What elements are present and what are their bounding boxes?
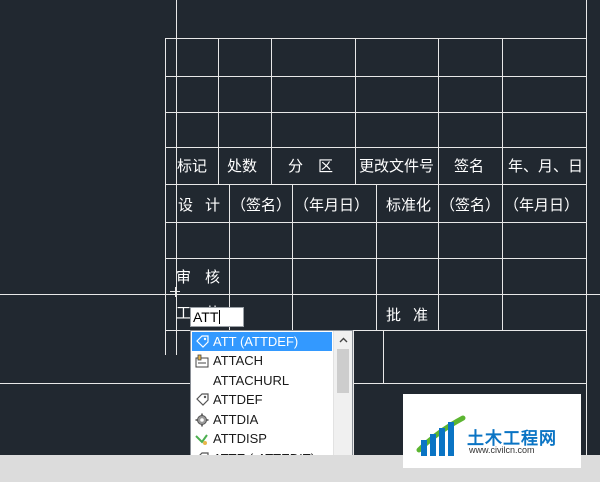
chevron-up-icon[interactable] — [335, 332, 351, 348]
gear-icon — [194, 412, 210, 428]
cell-review-b: 核 — [205, 268, 221, 286]
cell-partition-b: 区 — [318, 157, 334, 175]
cell-signature: 签名 — [454, 157, 485, 175]
cell-review-a: 审 — [176, 268, 192, 286]
autocomplete-item[interactable]: ATTACH — [192, 351, 332, 370]
watermark: 土木工程网 www.civilcn.com — [403, 394, 581, 468]
attribute-tag-icon — [194, 392, 210, 408]
cell-standardization: 标准化 — [386, 196, 432, 214]
autocomplete-item[interactable]: ATTDIA — [192, 410, 332, 429]
command-input[interactable]: ATT — [190, 307, 244, 327]
cell-design-date: （年月日） — [294, 196, 370, 214]
text-caret — [219, 310, 221, 324]
autocomplete-item[interactable]: ATTDISP — [192, 429, 332, 448]
cell-approve-b: 准 — [413, 306, 429, 324]
autocomplete-item-label: ATTDISP — [213, 431, 267, 446]
autocomplete-item-label: ATTACHURL — [213, 373, 290, 388]
autocomplete-scrollbar[interactable] — [333, 331, 352, 467]
watermark-url: www.civilcn.com — [469, 445, 535, 455]
command-input-value: ATT — [193, 309, 219, 325]
cell-std-signature: （签名） — [440, 196, 501, 214]
cell-change-doc: 更改文件号 — [359, 157, 435, 175]
autocomplete-item-label: ATTACH — [213, 353, 264, 368]
cell-design-a: 设 — [178, 196, 194, 214]
attribute-tag-icon — [194, 334, 210, 350]
cell-date: 年、月、日 — [508, 157, 584, 175]
attribute-display-icon — [194, 431, 210, 447]
scrollbar-thumb[interactable] — [337, 349, 349, 393]
cell-design-signature: （签名） — [231, 196, 292, 214]
cell-process-a: 工 — [176, 304, 192, 322]
cell-approve-a: 批 — [386, 306, 402, 324]
autocomplete-list[interactable]: ATT (ATTDEF) ATTACH ATTACHURL ATTDEF ATT… — [190, 330, 353, 468]
blank-icon — [194, 373, 210, 389]
autocomplete-item[interactable]: ATTDEF — [192, 390, 332, 409]
autocomplete-item-label: ATT (ATTDEF) — [213, 334, 299, 349]
watermark-logo-icon — [416, 415, 466, 456]
autocomplete-item[interactable]: ATT (ATTDEF) — [192, 332, 332, 351]
cell-partition-a: 分 — [288, 157, 304, 175]
cell-std-date: （年月日） — [504, 196, 580, 214]
autocomplete-item-label: ATTDEF — [213, 392, 263, 407]
autocomplete-item[interactable]: ATTACHURL — [192, 371, 332, 390]
autocomplete-item-label: ATTDIA — [213, 412, 259, 427]
cell-design-b: 计 — [205, 196, 221, 214]
attach-icon — [194, 353, 210, 369]
cell-mark: 标记 — [177, 157, 208, 175]
cell-count: 处数 — [227, 157, 258, 175]
